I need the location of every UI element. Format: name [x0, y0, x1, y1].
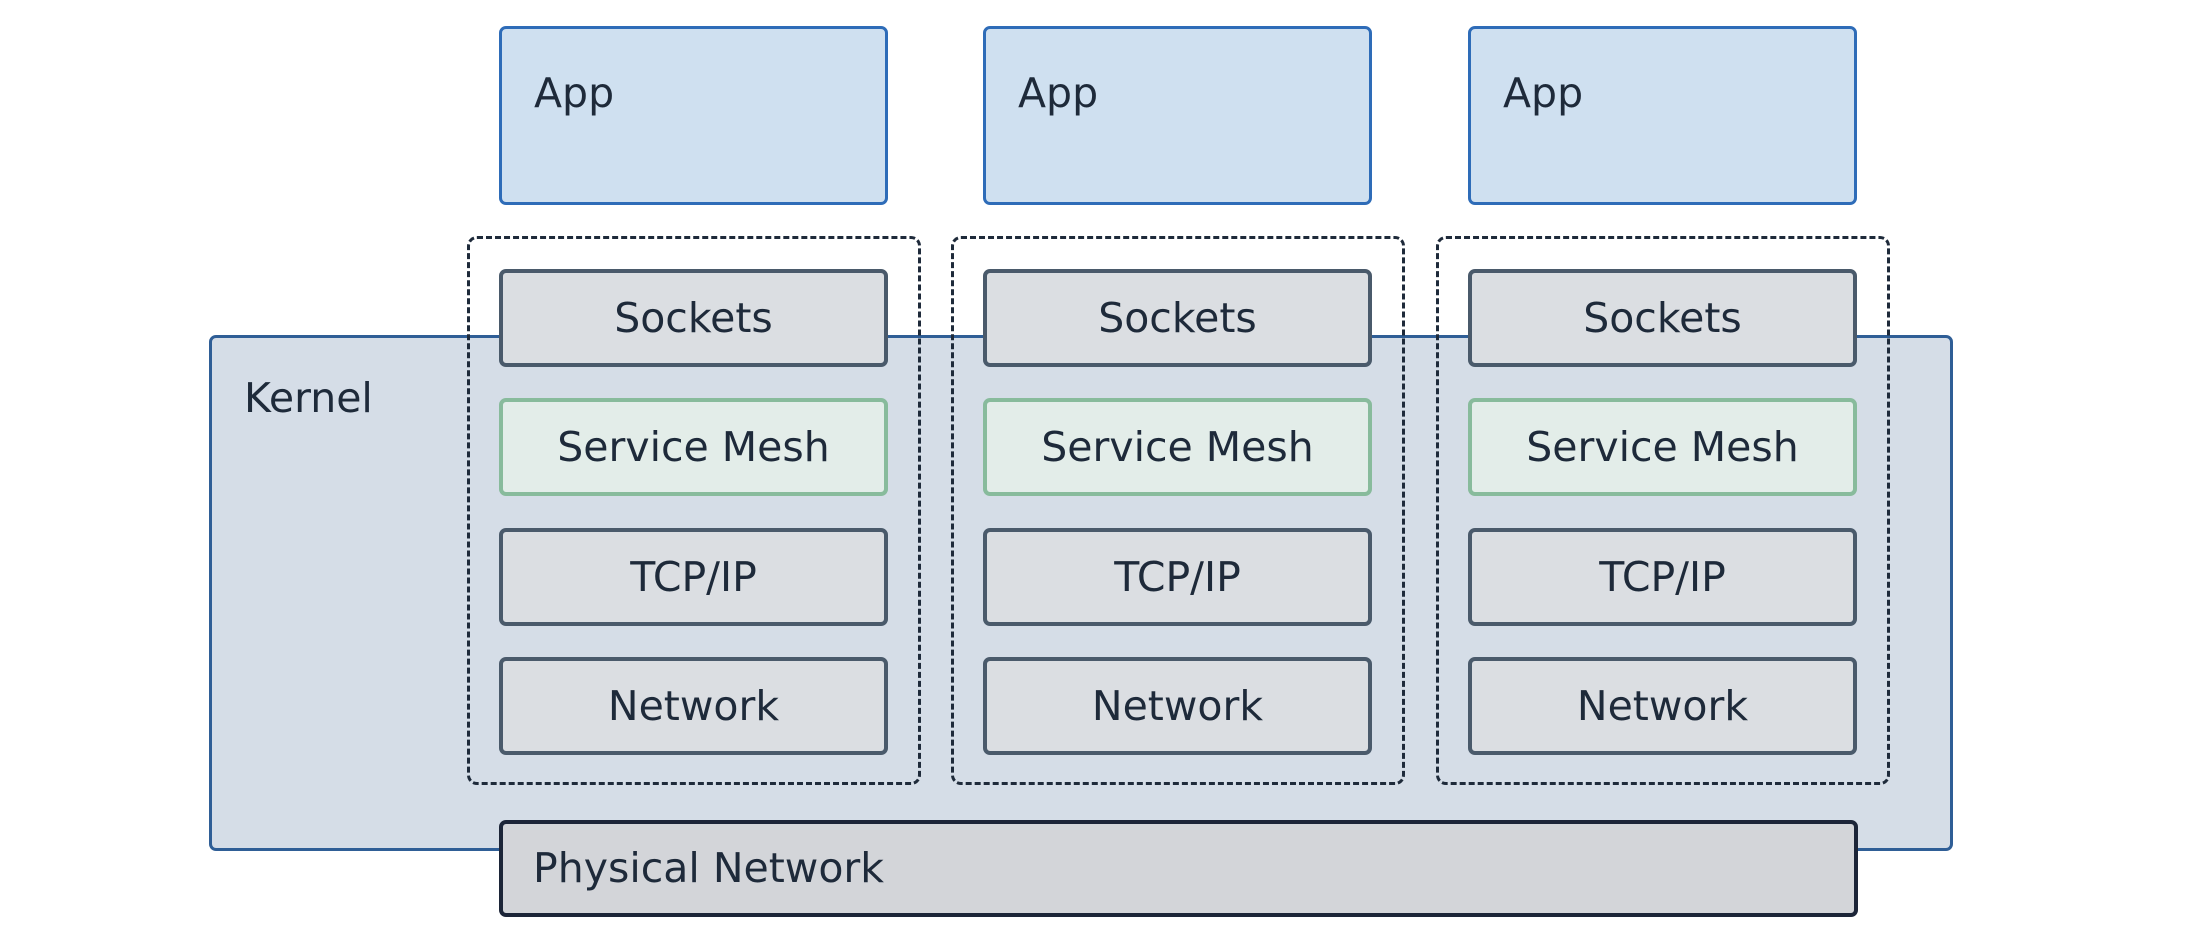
- tcpip-layer: TCP/IP: [1468, 528, 1857, 626]
- network-layer: Network: [1468, 657, 1857, 755]
- physical-network-label: Physical Network: [533, 844, 885, 892]
- physical-network-box: Physical Network: [499, 820, 1858, 917]
- app-box: App: [1468, 26, 1857, 205]
- tcpip-layer: TCP/IP: [499, 528, 888, 626]
- sockets-layer: Sockets: [983, 269, 1372, 367]
- sockets-layer: Sockets: [499, 269, 888, 367]
- app-label: App: [1503, 69, 1584, 117]
- network-layer: Network: [983, 657, 1372, 755]
- tcpip-layer: TCP/IP: [983, 528, 1372, 626]
- app-box: App: [499, 26, 888, 205]
- service-mesh-layer: Service Mesh: [499, 398, 888, 496]
- app-label: App: [534, 69, 615, 117]
- service-mesh-layer: Service Mesh: [983, 398, 1372, 496]
- sockets-layer: Sockets: [1468, 269, 1857, 367]
- network-layer: Network: [499, 657, 888, 755]
- app-box: App: [983, 26, 1372, 205]
- service-mesh-layer: Service Mesh: [1468, 398, 1857, 496]
- kernel-label: Kernel: [244, 374, 373, 422]
- app-label: App: [1018, 69, 1099, 117]
